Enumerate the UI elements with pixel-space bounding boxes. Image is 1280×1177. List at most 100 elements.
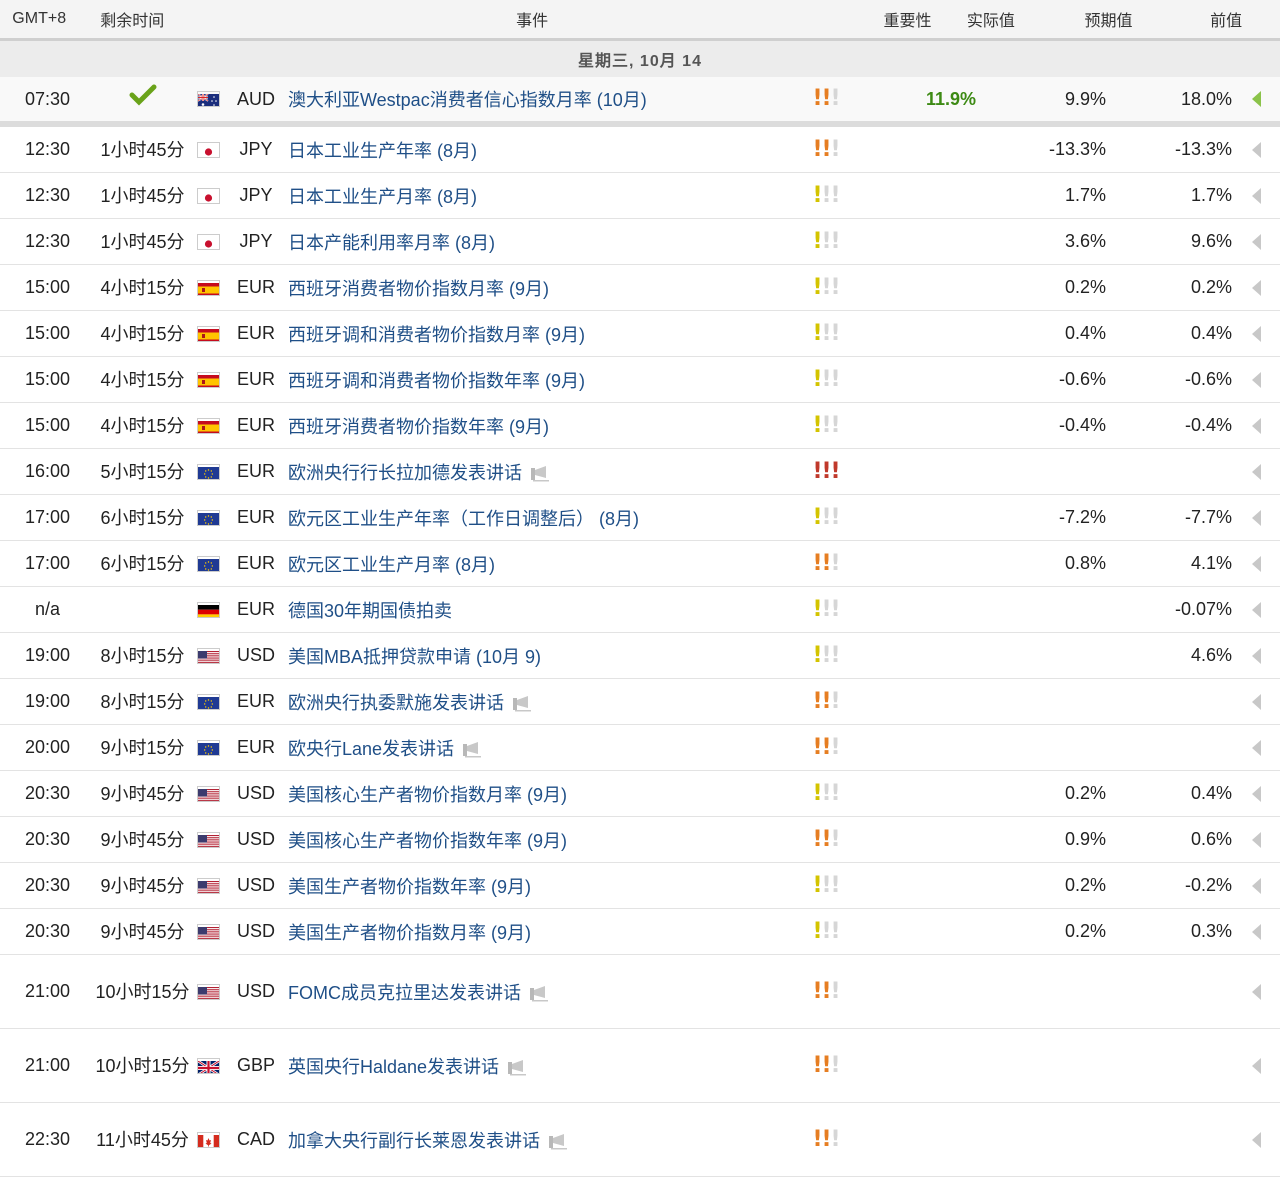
- exclamation-icon: !: [813, 783, 822, 805]
- event-link[interactable]: 欧洲央行行长拉加德发表讲话: [286, 459, 796, 485]
- exclamation-icon: !: [822, 323, 831, 345]
- event-title[interactable]: 美国MBA抵押贷款申请 (10月 9): [288, 643, 541, 669]
- arrow-left-icon[interactable]: [1252, 602, 1261, 618]
- event-title[interactable]: 美国生产者物价指数月率 (9月): [288, 919, 531, 945]
- event-title[interactable]: 美国核心生产者物价指数年率 (9月): [288, 827, 567, 853]
- event-title[interactable]: 西班牙消费者物价指数月率 (9月): [288, 275, 549, 301]
- event-link[interactable]: 澳大利亚Westpac消费者信心指数月率 (10月): [286, 86, 796, 112]
- event-title[interactable]: 欧央行Lane发表讲话: [288, 735, 454, 761]
- event-title[interactable]: 欧洲央行行长拉加德发表讲话: [288, 459, 522, 485]
- event-title[interactable]: 澳大利亚Westpac消费者信心指数月率 (10月): [288, 86, 647, 112]
- expand-toggle[interactable]: [1232, 188, 1280, 204]
- event-title[interactable]: 日本工业生产年率 (8月): [288, 137, 477, 163]
- expand-toggle[interactable]: [1232, 786, 1280, 802]
- expand-toggle[interactable]: [1232, 326, 1280, 342]
- event-link[interactable]: 欧元区工业生产月率 (8月): [286, 551, 796, 577]
- time-remaining: 9小时45分: [95, 826, 190, 854]
- expand-toggle[interactable]: [1232, 832, 1280, 848]
- arrow-left-icon[interactable]: [1252, 984, 1261, 1000]
- arrow-left-icon[interactable]: [1252, 1132, 1261, 1148]
- event-title[interactable]: 欧元区工业生产月率 (8月): [288, 551, 495, 577]
- event-title[interactable]: 德国30年期国债拍卖: [288, 597, 452, 623]
- arrow-left-icon[interactable]: [1252, 648, 1261, 664]
- event-link[interactable]: 美国生产者物价指数年率 (9月): [286, 873, 796, 899]
- arrow-left-icon[interactable]: [1252, 510, 1261, 526]
- event-title[interactable]: 西班牙调和消费者物价指数年率 (9月): [288, 367, 585, 393]
- expand-toggle[interactable]: [1232, 602, 1280, 618]
- expand-toggle[interactable]: [1232, 694, 1280, 710]
- event-title[interactable]: 英国央行Haldane发表讲话: [288, 1053, 499, 1079]
- event-list: 07:30AUD澳大利亚Westpac消费者信心指数月率 (10月)!!!11.…: [0, 77, 1280, 1177]
- event-title[interactable]: 西班牙调和消费者物价指数月率 (9月): [288, 321, 585, 347]
- arrow-left-icon[interactable]: [1252, 556, 1261, 572]
- arrow-left-icon[interactable]: [1252, 924, 1261, 940]
- event-title[interactable]: 西班牙消费者物价指数年率 (9月): [288, 413, 549, 439]
- expand-toggle[interactable]: [1232, 740, 1280, 756]
- arrow-left-icon[interactable]: [1252, 740, 1261, 756]
- event-title[interactable]: 欧洲央行执委默施发表讲话: [288, 689, 504, 715]
- event-link[interactable]: 加拿大央行副行长莱恩发表讲话: [286, 1127, 796, 1153]
- arrow-left-icon[interactable]: [1252, 418, 1261, 434]
- forecast-value: 1.7%: [986, 185, 1106, 206]
- event-title[interactable]: 加拿大央行副行长莱恩发表讲话: [288, 1127, 540, 1153]
- expand-toggle[interactable]: [1232, 280, 1280, 296]
- event-title[interactable]: 日本产能利用率月率 (8月): [288, 229, 495, 255]
- expand-toggle[interactable]: [1232, 984, 1280, 1000]
- event-link[interactable]: 德国30年期国债拍卖: [286, 597, 796, 623]
- expand-toggle[interactable]: [1232, 556, 1280, 572]
- importance-indicator: !!!: [796, 875, 856, 897]
- expand-toggle[interactable]: [1232, 464, 1280, 480]
- event-link[interactable]: 欧洲央行执委默施发表讲话: [286, 689, 796, 715]
- event-link[interactable]: 英国央行Haldane发表讲话: [286, 1053, 796, 1079]
- col-timezone[interactable]: GMT+8: [0, 10, 78, 28]
- event-link[interactable]: FOMC成员克拉里达发表讲话: [286, 979, 796, 1005]
- arrow-left-icon[interactable]: [1252, 142, 1261, 158]
- expand-toggle[interactable]: [1232, 924, 1280, 940]
- event-title[interactable]: 日本工业生产月率 (8月): [288, 183, 477, 209]
- expand-toggle[interactable]: [1232, 878, 1280, 894]
- expand-toggle[interactable]: [1232, 91, 1280, 107]
- expand-toggle[interactable]: [1232, 142, 1280, 158]
- expand-toggle[interactable]: [1232, 1058, 1280, 1074]
- arrow-left-icon[interactable]: [1252, 464, 1261, 480]
- event-link[interactable]: 美国生产者物价指数月率 (9月): [286, 919, 796, 945]
- expand-toggle[interactable]: [1232, 648, 1280, 664]
- exclamation-icon: !: [813, 461, 822, 483]
- event-link[interactable]: 欧元区工业生产年率（工作日调整后） (8月): [286, 505, 796, 531]
- arrow-left-icon[interactable]: [1252, 91, 1261, 107]
- arrow-left-icon[interactable]: [1252, 188, 1261, 204]
- expand-toggle[interactable]: [1232, 1132, 1280, 1148]
- event-link[interactable]: 西班牙调和消费者物价指数年率 (9月): [286, 367, 796, 393]
- expand-toggle[interactable]: [1232, 418, 1280, 434]
- event-link[interactable]: 西班牙调和消费者物价指数月率 (9月): [286, 321, 796, 347]
- exclamation-icon: !: [831, 139, 840, 161]
- event-link[interactable]: 美国MBA抵押贷款申请 (10月 9): [286, 643, 796, 669]
- arrow-left-icon[interactable]: [1252, 1058, 1261, 1074]
- time-remaining: 1小时45分: [95, 136, 190, 164]
- event-title[interactable]: 美国核心生产者物价指数月率 (9月): [288, 781, 567, 807]
- arrow-left-icon[interactable]: [1252, 372, 1261, 388]
- arrow-left-icon[interactable]: [1252, 832, 1261, 848]
- arrow-left-icon[interactable]: [1252, 694, 1261, 710]
- event-title[interactable]: 美国生产者物价指数年率 (9月): [288, 873, 531, 899]
- event-title[interactable]: FOMC成员克拉里达发表讲话: [288, 979, 521, 1005]
- economic-calendar: GMT+8 剩余时间 事件 重要性 实际值 预期值 前值 星期三, 10月 14…: [0, 0, 1280, 1177]
- arrow-left-icon[interactable]: [1252, 280, 1261, 296]
- event-link[interactable]: 日本工业生产年率 (8月): [286, 137, 796, 163]
- event-title[interactable]: 欧元区工业生产年率（工作日调整后） (8月): [288, 505, 639, 531]
- arrow-left-icon[interactable]: [1252, 786, 1261, 802]
- expand-toggle[interactable]: [1232, 372, 1280, 388]
- event-link[interactable]: 日本工业生产月率 (8月): [286, 183, 796, 209]
- arrow-left-icon[interactable]: [1252, 326, 1261, 342]
- event-link[interactable]: 美国核心生产者物价指数年率 (9月): [286, 827, 796, 853]
- expand-toggle[interactable]: [1232, 234, 1280, 250]
- arrow-left-icon[interactable]: [1252, 878, 1261, 894]
- event-link[interactable]: 西班牙消费者物价指数年率 (9月): [286, 413, 796, 439]
- event-link[interactable]: 日本产能利用率月率 (8月): [286, 229, 796, 255]
- table-row: 16:005小时15分EUR欧洲央行行长拉加德发表讲话!!!: [0, 449, 1280, 495]
- event-link[interactable]: 美国核心生产者物价指数月率 (9月): [286, 781, 796, 807]
- event-link[interactable]: 欧央行Lane发表讲话: [286, 735, 796, 761]
- event-link[interactable]: 西班牙消费者物价指数月率 (9月): [286, 275, 796, 301]
- expand-toggle[interactable]: [1232, 510, 1280, 526]
- arrow-left-icon[interactable]: [1252, 234, 1261, 250]
